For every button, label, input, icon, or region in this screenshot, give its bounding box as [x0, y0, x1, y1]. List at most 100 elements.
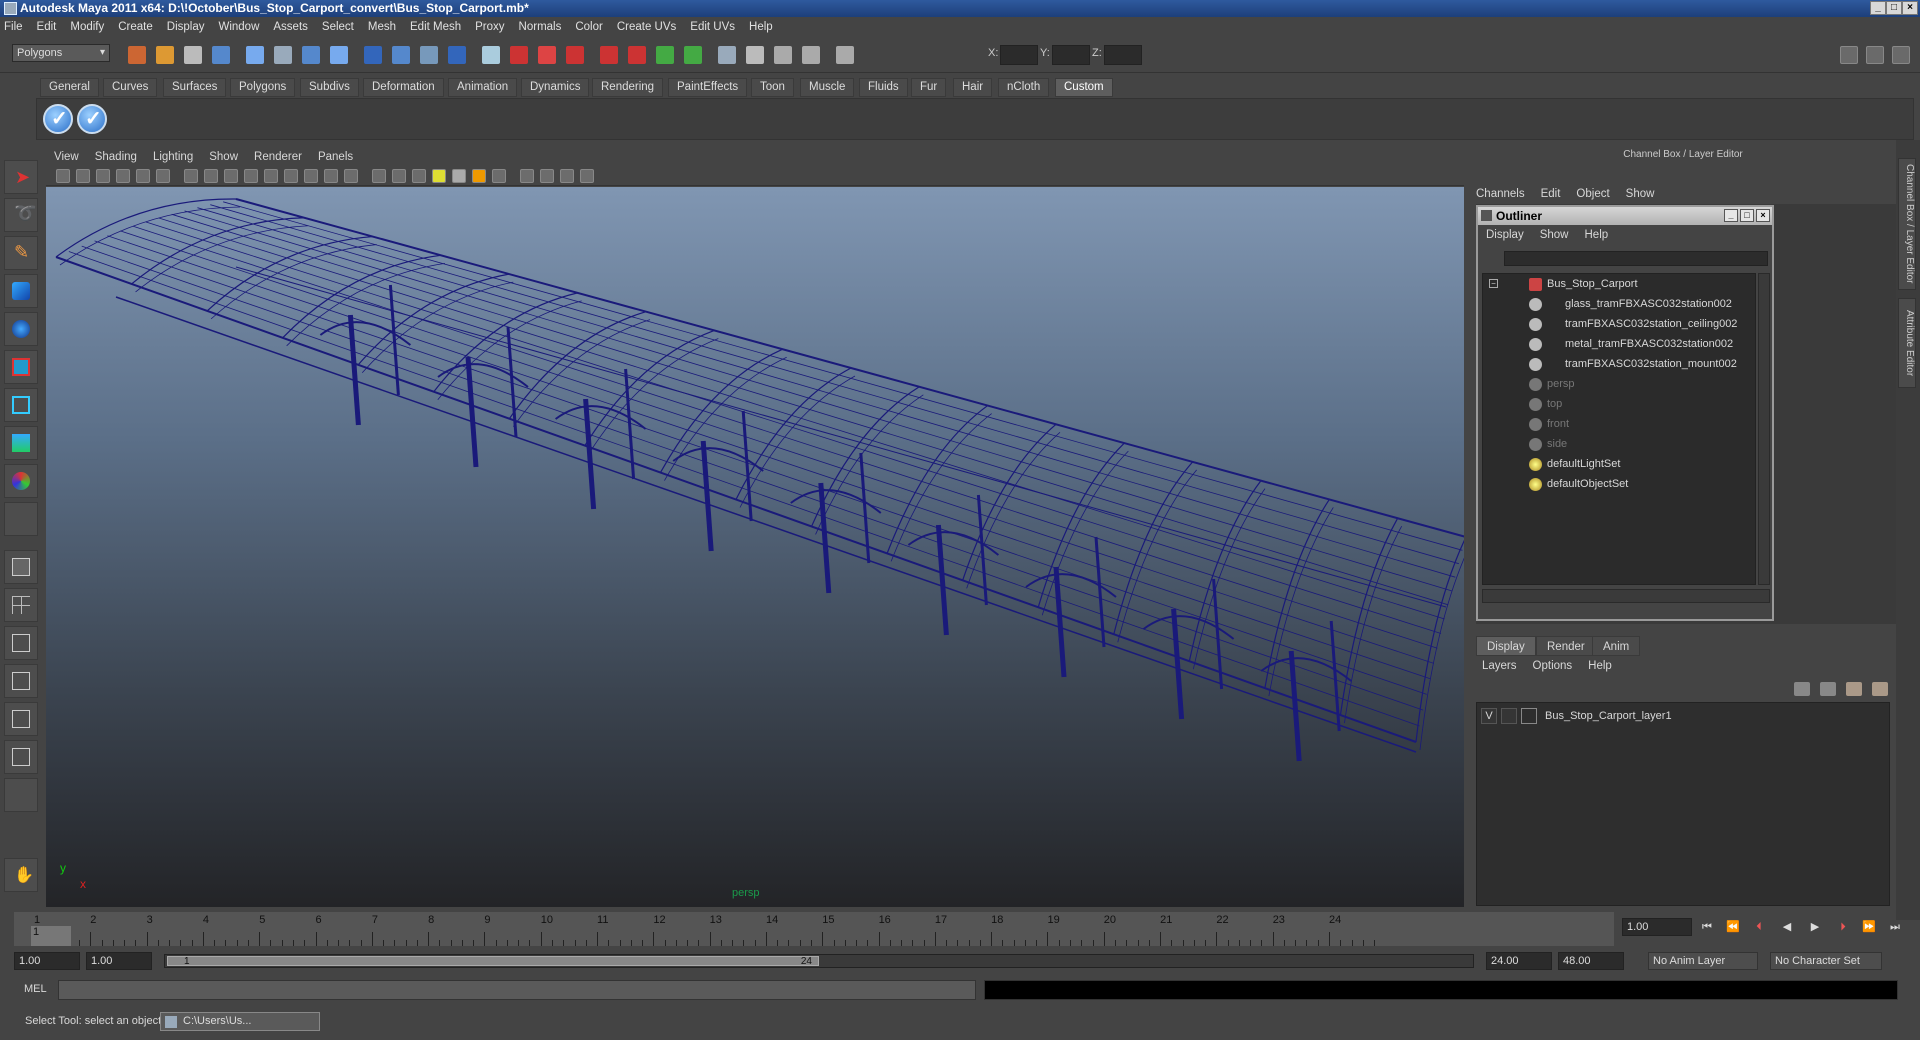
layer-help-menu[interactable]: Help — [1588, 660, 1612, 672]
maximize-button[interactable]: □ — [1886, 1, 1902, 15]
outliner-item-default-light-set[interactable]: defaultLightSet — [1483, 454, 1753, 474]
character-set-dropdown[interactable]: No Character Set — [1770, 952, 1882, 970]
menu-create[interactable]: Create — [118, 21, 153, 33]
viewport-toolbar-icon[interactable] — [324, 169, 338, 183]
viewport-toolbar-icon[interactable] — [492, 169, 506, 183]
shelf-tab-fur[interactable]: Fur — [911, 78, 947, 97]
mel-input[interactable] — [58, 980, 976, 1000]
status-tool-icon[interactable] — [302, 46, 320, 64]
menu-proxy[interactable]: Proxy — [475, 21, 504, 33]
select-tool[interactable]: ➤ — [4, 160, 38, 194]
outliner-close-button[interactable]: × — [1756, 209, 1770, 222]
minimized-window-button[interactable]: C:\Users\Us... — [160, 1012, 320, 1031]
viewport-toolbar-icon[interactable] — [264, 169, 278, 183]
viewport-toolbar-icon[interactable] — [56, 169, 70, 183]
y-field[interactable] — [1052, 45, 1090, 65]
tab-channel-box-layer-editor[interactable]: Channel Box / Layer Editor — [1898, 158, 1916, 290]
outliner-item-side[interactable]: side — [1483, 434, 1753, 454]
viewport-menu-show[interactable]: Show — [209, 151, 238, 163]
mental-ray-tool[interactable]: ✋ — [4, 858, 38, 892]
custom-shelf-button-1[interactable] — [43, 104, 73, 134]
step-forward-key-button[interactable]: ⏵ — [1836, 920, 1850, 934]
outliner-item-mount[interactable]: tramFBXASC032station_mount002 — [1483, 354, 1753, 374]
shelf-tab-deformation[interactable]: Deformation — [363, 78, 444, 97]
viewport-toolbar-icon[interactable] — [580, 169, 594, 183]
outliner-menu-help[interactable]: Help — [1585, 229, 1609, 241]
tab-attribute-editor[interactable]: Attribute Editor — [1898, 298, 1916, 388]
go-to-end-button[interactable]: ⏭ — [1888, 920, 1902, 934]
status-tool-icon[interactable] — [684, 46, 702, 64]
soft-mod-tool[interactable] — [4, 426, 38, 460]
status-tool-icon[interactable] — [482, 46, 500, 64]
layer-move-up-icon[interactable] — [1846, 682, 1862, 696]
cb-edit-menu[interactable]: Edit — [1541, 188, 1561, 204]
close-button[interactable]: × — [1902, 1, 1918, 15]
status-tool-icon[interactable] — [330, 46, 348, 64]
viewport-toolbar-icon[interactable] — [560, 169, 574, 183]
shelf-tab-fluids[interactable]: Fluids — [859, 78, 908, 97]
viewport-menu-renderer[interactable]: Renderer — [254, 151, 302, 163]
viewport-menu-panels[interactable]: Panels — [318, 151, 353, 163]
shelf-tab-rendering[interactable]: Rendering — [592, 78, 664, 97]
shelf-tab-surfaces[interactable]: Surfaces — [163, 78, 227, 97]
status-tool-icon[interactable] — [184, 46, 202, 64]
outliner-horizontal-scrollbar[interactable] — [1482, 589, 1770, 603]
outliner-minimize-button[interactable]: _ — [1724, 209, 1738, 222]
viewport-toolbar-icon[interactable] — [204, 169, 218, 183]
range-end-field[interactable]: 24.00 — [1486, 952, 1552, 970]
menu-normals[interactable]: Normals — [519, 21, 562, 33]
shelf-tab-painteffects[interactable]: PaintEffects — [668, 78, 748, 97]
status-tool-icon[interactable] — [420, 46, 438, 64]
scale-tool[interactable] — [4, 350, 38, 384]
status-tool-icon[interactable] — [448, 46, 466, 64]
single-perspective-layout[interactable] — [4, 550, 38, 584]
persp-outliner-layout[interactable] — [4, 626, 38, 660]
perspective-viewport[interactable]: y x persp — [46, 187, 1464, 907]
anim-end-field[interactable]: 48.00 — [1558, 952, 1624, 970]
layer-color-swatch[interactable] — [1521, 708, 1537, 724]
layer-visibility-toggle[interactable]: V — [1481, 708, 1497, 724]
anim-start-field[interactable]: 1.00 — [14, 952, 80, 970]
status-tool-icon[interactable] — [600, 46, 618, 64]
channel-box-toggle-icon[interactable] — [1866, 46, 1884, 64]
outliner-menu-display[interactable]: Display — [1486, 229, 1524, 241]
viewport-toolbar-icon[interactable] — [344, 169, 358, 183]
shelf-tab-muscle[interactable]: Muscle — [800, 78, 855, 97]
viewport-toolbar-icon[interactable] — [224, 169, 238, 183]
lasso-tool[interactable]: ➰ — [4, 198, 38, 232]
outliner-item-glass[interactable]: glass_tramFBXASC032station002 — [1483, 294, 1753, 314]
status-tool-icon[interactable] — [156, 46, 174, 64]
tool-settings-icon[interactable] — [1892, 46, 1910, 64]
anim-layer-dropdown[interactable]: No Anim Layer — [1648, 952, 1758, 970]
viewport-toolbar-icon[interactable] — [452, 169, 466, 183]
layout-options[interactable] — [4, 778, 38, 812]
shelf-tab-custom[interactable]: Custom — [1055, 78, 1113, 97]
viewport-toolbar-icon[interactable] — [304, 169, 318, 183]
shelf-tab-curves[interactable]: Curves — [103, 78, 158, 97]
shelf-tab-animation[interactable]: Animation — [448, 78, 518, 97]
collapse-icon[interactable]: − — [1489, 279, 1498, 288]
outliner-vertical-scrollbar[interactable] — [1758, 273, 1770, 585]
layout-icon[interactable] — [1840, 46, 1858, 64]
menu-edit[interactable]: Edit — [37, 21, 57, 33]
viewport-toolbar-icon[interactable] — [156, 169, 170, 183]
menu-assets[interactable]: Assets — [273, 21, 308, 33]
show-manipulator-tool[interactable] — [4, 464, 38, 498]
rotate-tool[interactable] — [4, 312, 38, 346]
go-to-start-button[interactable]: ⏮ — [1700, 920, 1714, 934]
menu-create-uvs[interactable]: Create UVs — [617, 21, 676, 33]
shelf-tab-ncloth[interactable]: nCloth — [998, 78, 1050, 97]
status-tool-icon[interactable] — [246, 46, 264, 64]
viewport-toolbar-icon[interactable] — [284, 169, 298, 183]
move-tool[interactable] — [4, 274, 38, 308]
menu-select[interactable]: Select — [322, 21, 354, 33]
menu-file[interactable]: File — [4, 21, 23, 33]
step-back-button[interactable]: ⏪ — [1726, 920, 1740, 934]
range-slider[interactable]: 1 24 — [164, 954, 1474, 968]
layer-type-toggle[interactable] — [1501, 708, 1517, 724]
play-forwards-button[interactable]: ▶ — [1808, 920, 1822, 934]
status-tool-icon[interactable] — [274, 46, 292, 64]
layers-menu[interactable]: Layers — [1482, 660, 1517, 672]
status-tool-icon[interactable] — [718, 46, 736, 64]
viewport-toolbar-icon[interactable] — [372, 169, 386, 183]
